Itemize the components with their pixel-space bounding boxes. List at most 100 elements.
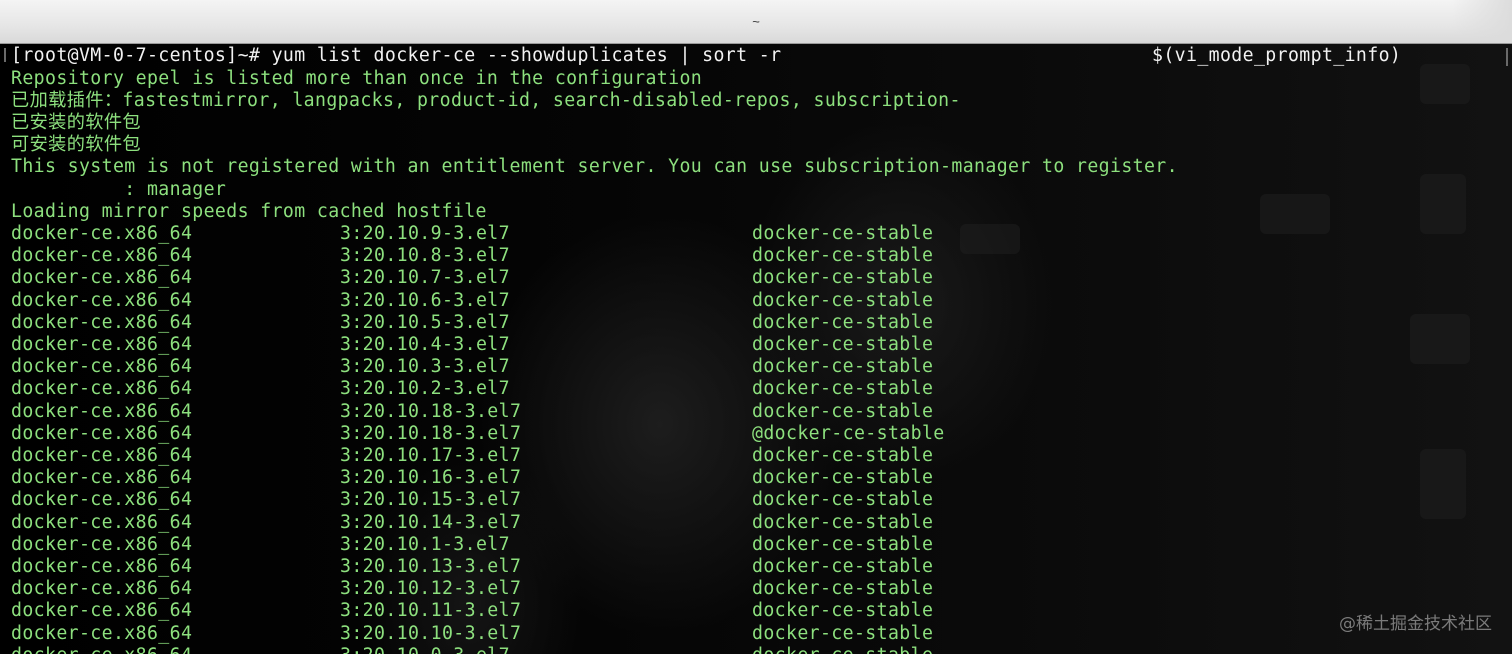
- package-version: 3:20.10.18-3.el7: [340, 400, 522, 422]
- package-row: docker-ce.x86_64 3:20.10.13-3.el7 docker-c…: [0, 556, 1200, 578]
- output-line: 已加载插件：fastestmirror, langpacks, product-…: [11, 89, 961, 111]
- package-row: docker-ce.x86_64 3:20.10.12-3.el7 docker-c…: [0, 578, 1200, 600]
- package-row: docker-ce.x86_64 3:20.10.3-3.el7 docker-ce…: [0, 356, 1200, 378]
- package-version: 3:20.10.17-3.el7: [340, 444, 522, 466]
- package-repo: docker-ce-stable: [752, 578, 934, 600]
- package-name: docker-ce.x86_64: [11, 356, 193, 378]
- package-name: docker-ce.x86_64: [11, 311, 193, 333]
- window-titlebar[interactable]: ~: [0, 0, 1512, 44]
- package-version: 3:20.10.18-3.el7: [340, 422, 522, 444]
- package-repo: docker-ce-stable: [752, 311, 934, 333]
- watermark: @稀土掘金技术社区: [1339, 614, 1492, 634]
- package-repo: @docker-ce-stable: [752, 422, 945, 444]
- package-row: docker-ce.x86_64 3:20.10.16-3.el7 docker-c…: [0, 467, 1200, 489]
- package-name: docker-ce.x86_64: [11, 578, 193, 600]
- package-row: docker-ce.x86_64 3:20.10.10-3.el7 docker-c…: [0, 623, 1200, 645]
- output-line: Repository epel is listed more than once…: [11, 67, 703, 89]
- package-version: 3:20.10.0-3.el7: [340, 645, 510, 654]
- package-repo: docker-ce-stable: [752, 378, 934, 400]
- package-row: docker-ce.x86_64 3:20.10.7-3.el7 docker-ce…: [0, 267, 1200, 289]
- package-repo: docker-ce-stable: [752, 467, 934, 489]
- package-name: docker-ce.x86_64: [11, 378, 193, 400]
- desktop-icon-ghost: [1420, 174, 1466, 234]
- package-version: 3:20.10.14-3.el7: [340, 511, 522, 533]
- desktop-icon-ghost: [1420, 449, 1466, 519]
- package-row: docker-ce.x86_64 3:20.10.5-3.el7 docker-ce…: [0, 312, 1200, 334]
- package-version: 3:20.10.10-3.el7: [340, 622, 522, 644]
- package-row: docker-ce.x86_64 3:20.10.6-3.el7 docker-ce…: [0, 290, 1200, 312]
- package-repo: docker-ce-stable: [752, 533, 934, 555]
- terminal-scrollbar[interactable]: [1506, 48, 1508, 66]
- package-repo: docker-ce-stable: [752, 600, 934, 622]
- package-row: docker-ce.x86_64 3:20.10.18-3.el7 docker-c…: [0, 401, 1200, 423]
- package-row: docker-ce.x86_64 3:20.10.15-3.el7 docker-c…: [0, 489, 1200, 511]
- output-line: Loading mirror speeds from cached hostfi…: [11, 200, 487, 222]
- package-name: docker-ce.x86_64: [11, 511, 193, 533]
- package-name: docker-ce.x86_64: [11, 533, 193, 555]
- package-version: 3:20.10.9-3.el7: [340, 222, 510, 244]
- package-name: docker-ce.x86_64: [11, 645, 192, 654]
- package-name: docker-ce.x86_64: [11, 600, 193, 622]
- package-repo: docker-ce-stable: [752, 555, 934, 577]
- output-line: This system is not registered with an en…: [11, 156, 1178, 178]
- package-repo: docker-ce-stable: [752, 222, 934, 244]
- package-name: docker-ce.x86_64: [11, 467, 193, 489]
- package-row: docker-ce.x86_64 3:20.10.0-3.el7 docker-ce…: [0, 645, 1200, 654]
- desktop-icon-ghost: [1260, 194, 1330, 234]
- package-row: docker-ce.x86_64 3:20.10.11-3.el7 docker-c…: [0, 600, 1200, 622]
- package-version: 3:20.10.8-3.el7: [340, 245, 510, 267]
- package-name: docker-ce.x86_64: [11, 489, 193, 511]
- terminal-content[interactable]: [root@VM-0-7-centos]~# yum list docker-c…: [0, 44, 1512, 654]
- terminal-window: ~ [root@VM-0-7-centos]~# yum list docker…: [0, 0, 1512, 654]
- package-repo: docker-ce-stable: [752, 333, 934, 355]
- package-name: docker-ce.x86_64: [11, 289, 193, 311]
- package-repo: docker-ce-stable: [752, 511, 934, 533]
- package-row: docker-ce.x86_64 3:20.10.8-3.el7 docker-ce…: [0, 245, 1200, 267]
- terminal-left-border: [4, 48, 6, 62]
- package-version: 3:20.10.7-3.el7: [340, 267, 510, 289]
- output-line: : manager: [11, 178, 227, 200]
- package-version: 3:20.10.6-3.el7: [340, 289, 510, 311]
- package-row: docker-ce.x86_64 3:20.10.18-3.el7 @docker-…: [0, 423, 1200, 445]
- package-version: 3:20.10.4-3.el7: [340, 333, 510, 355]
- package-repo: docker-ce-stable: [752, 267, 934, 289]
- command-prompt: [root@VM-0-7-centos]~# yum list docker-c…: [11, 45, 782, 66]
- package-repo: docker-ce-stable: [752, 645, 933, 654]
- output-line: 可安装的软件包: [11, 134, 141, 156]
- package-repo: docker-ce-stable: [752, 356, 934, 378]
- package-version: 3:20.10.2-3.el7: [340, 378, 510, 400]
- package-repo: docker-ce-stable: [752, 400, 934, 422]
- package-version: 3:20.10.11-3.el7: [340, 600, 522, 622]
- package-version: 3:20.10.12-3.el7: [340, 578, 522, 600]
- package-row: docker-ce.x86_64 3:20.10.9-3.el7 docker-ce…: [0, 223, 1200, 245]
- package-repo: docker-ce-stable: [752, 444, 934, 466]
- package-name: docker-ce.x86_64: [11, 267, 193, 289]
- package-version: 3:20.10.1-3.el7: [340, 533, 510, 555]
- package-repo: docker-ce-stable: [752, 245, 934, 267]
- package-name: docker-ce.x86_64: [11, 333, 193, 355]
- package-repo: docker-ce-stable: [752, 622, 934, 644]
- package-name: docker-ce.x86_64: [11, 245, 193, 267]
- right-prompt: $(vi_mode_prompt_info): [1152, 45, 1402, 66]
- package-name: docker-ce.x86_64: [11, 555, 193, 577]
- package-version: 3:20.10.16-3.el7: [340, 467, 522, 489]
- package-name: docker-ce.x86_64: [11, 222, 193, 244]
- package-name: docker-ce.x86_64: [11, 400, 193, 422]
- output-line: 已安装的软件包: [11, 111, 141, 133]
- package-name: docker-ce.x86_64: [11, 422, 193, 444]
- desktop-icon-ghost: [1410, 314, 1470, 364]
- package-row: docker-ce.x86_64 3:20.10.17-3.el7 docker-c…: [0, 445, 1200, 467]
- package-name: docker-ce.x86_64: [11, 622, 193, 644]
- package-version: 3:20.10.5-3.el7: [340, 311, 510, 333]
- package-version: 3:20.10.15-3.el7: [340, 489, 522, 511]
- package-row: docker-ce.x86_64 3:20.10.4-3.el7 docker-ce…: [0, 334, 1200, 356]
- window-title: ~: [752, 14, 760, 29]
- package-repo: docker-ce-stable: [752, 489, 934, 511]
- titlebar-fade: [1452, 0, 1512, 43]
- package-version: 3:20.10.3-3.el7: [340, 356, 510, 378]
- desktop-icon-ghost: [1420, 64, 1470, 104]
- package-name: docker-ce.x86_64: [11, 444, 193, 466]
- package-repo: docker-ce-stable: [752, 289, 934, 311]
- package-version: 3:20.10.13-3.el7: [340, 555, 522, 577]
- package-row: docker-ce.x86_64 3:20.10.14-3.el7 docker-c…: [0, 512, 1200, 534]
